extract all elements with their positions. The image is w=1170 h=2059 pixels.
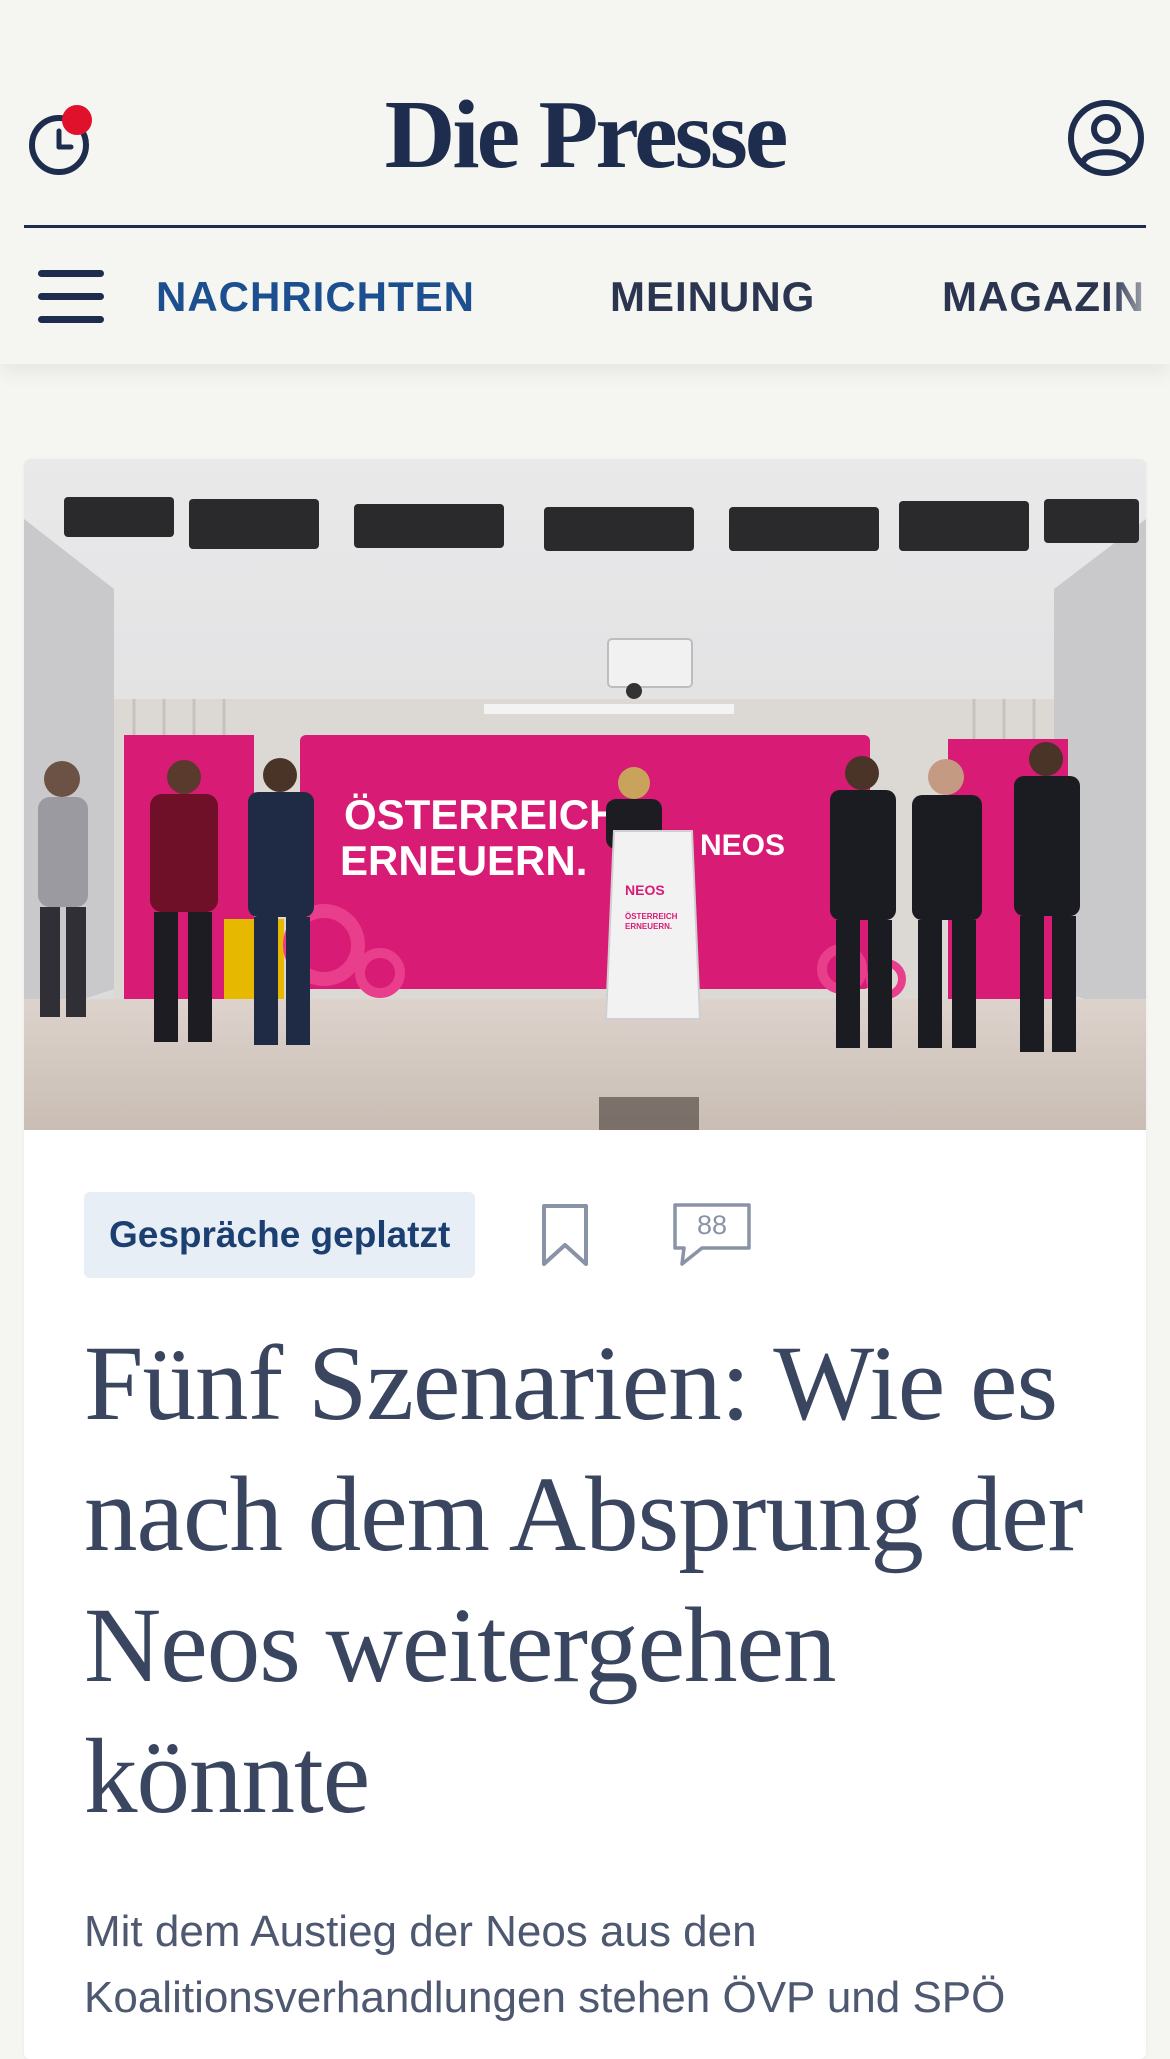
podium-slogan-2: ERNEUERN. — [625, 922, 672, 931]
backdrop-slogan-2: ERNEUERN. — [340, 837, 587, 884]
nav-scroll-fade — [1110, 240, 1170, 350]
nav-item-meinung[interactable]: MEINUNG — [610, 270, 815, 324]
article-teaser[interactable]: ÖSTERREICH ERNEUERN. NEOS NEOS ÖSTERREIC… — [24, 459, 1146, 2059]
hamburger-menu-icon[interactable] — [38, 270, 106, 324]
article-lead: Mit dem Austieg der Neos aus den Koaliti… — [84, 1907, 1006, 2022]
user-circle-icon — [1068, 100, 1144, 176]
backdrop-brand: NEOS — [700, 829, 785, 862]
top-bar: Die Presse — [0, 60, 1170, 210]
hero-image[interactable]: ÖSTERREICH ERNEUERN. NEOS NEOS ÖSTERREIC… — [24, 459, 1146, 1130]
nav-item-nachrichten[interactable]: NACHRICHTEN — [156, 270, 475, 324]
comments-button[interactable]: 88 — [672, 1202, 752, 1268]
podium-brand: NEOS — [625, 882, 665, 898]
site-header: Die Presse NACHRICHTEN MEINUNG MAGAZIN — [0, 0, 1170, 364]
bookmark-icon[interactable] — [540, 1202, 590, 1268]
comment-count: 88 — [696, 1210, 728, 1240]
kicker-tag[interactable]: Gespräche geplatzt — [84, 1192, 476, 1278]
backdrop-slogan-1: ÖSTERREICH — [344, 791, 619, 838]
article-headline[interactable]: Fünf Szenarien: Wie es nach dem Absprung… — [84, 1319, 1094, 1843]
header-divider — [24, 225, 1146, 228]
site-logo[interactable]: Die Presse — [0, 80, 1170, 190]
podium-slogan-1: ÖSTERREICH — [625, 912, 678, 921]
article-meta: Gespräche geplatzt 88 — [84, 1192, 1084, 1280]
press-conference-photo: ÖSTERREICH ERNEUERN. NEOS NEOS ÖSTERREIC… — [24, 459, 1146, 1130]
main-nav: NACHRICHTEN MEINUNG MAGAZIN — [0, 240, 1170, 350]
account-button[interactable] — [1066, 98, 1146, 178]
